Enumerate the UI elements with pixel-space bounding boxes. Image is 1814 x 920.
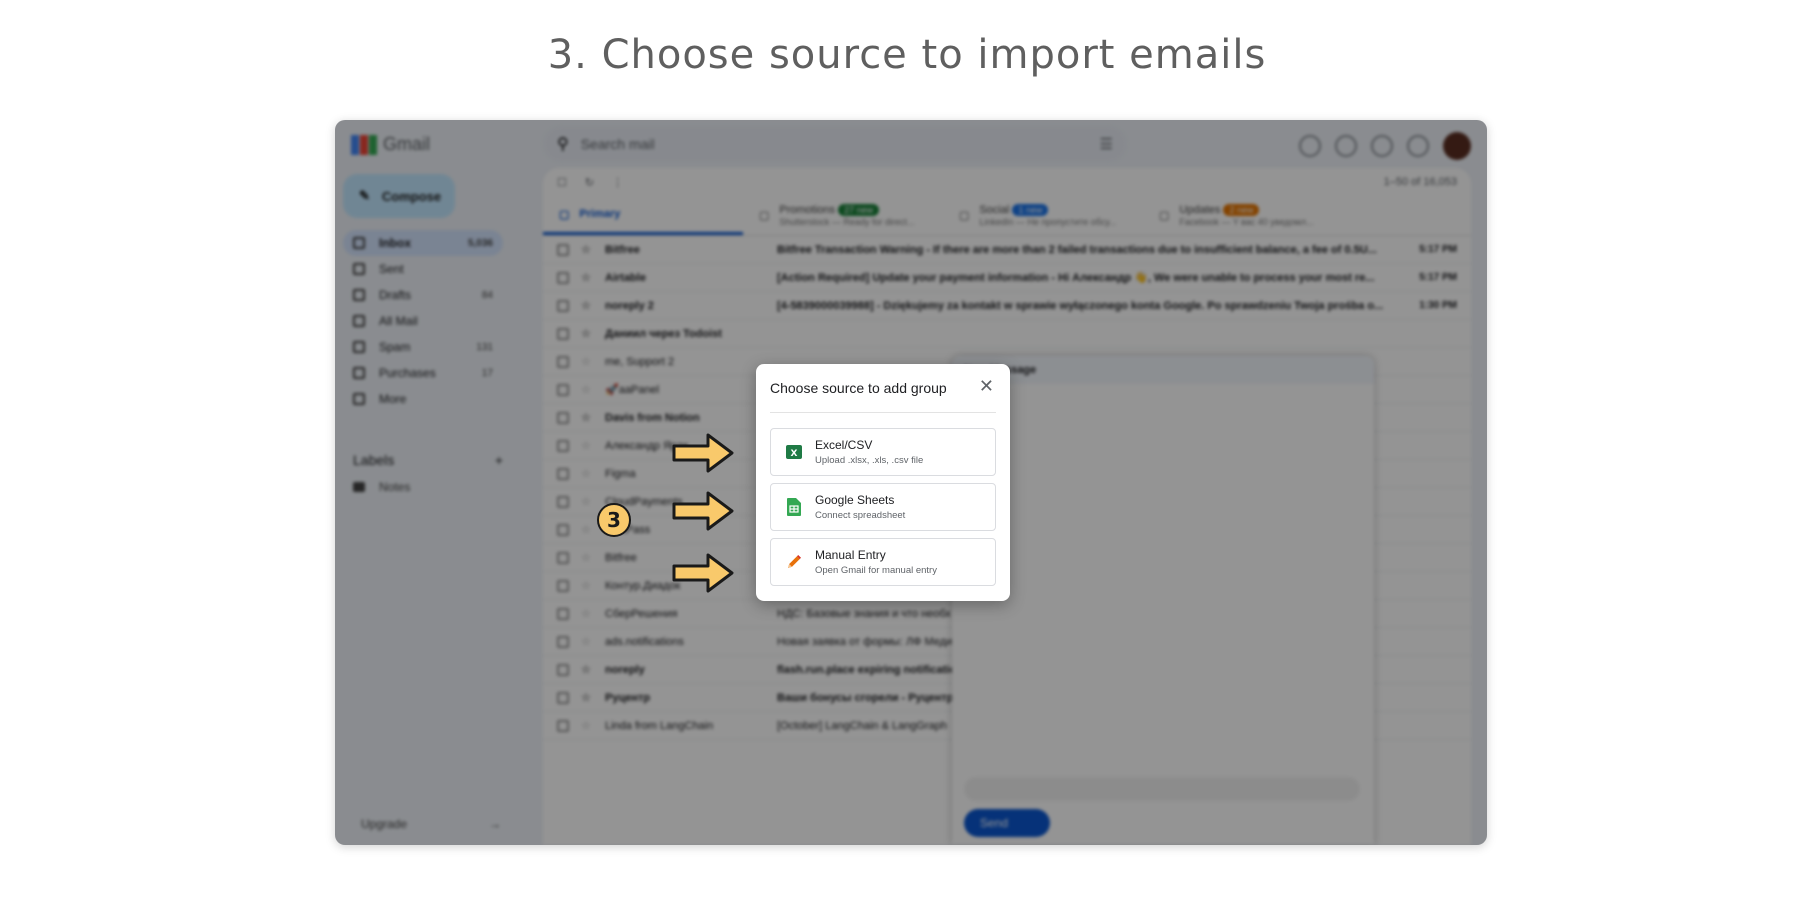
- option-excel-csv[interactable]: X Excel/CSV Upload .xlsx, .xls, .csv fil…: [770, 428, 996, 476]
- pencil-icon: [785, 553, 803, 571]
- page: 3. Choose source to import emails Gmail …: [0, 0, 1814, 920]
- excel-icon: X: [785, 443, 803, 461]
- option-subtitle: Open Gmail for manual entry: [815, 565, 937, 576]
- option-text: Google Sheets Connect spreadsheet: [815, 493, 905, 521]
- google-sheets-icon: [785, 498, 803, 516]
- option-title: Excel/CSV: [815, 438, 873, 452]
- step-number-badge: 3: [597, 503, 631, 537]
- choose-source-dialog: Choose source to add group ✕ X Excel/CSV…: [756, 364, 1010, 601]
- option-text: Excel/CSV Upload .xlsx, .xls, .csv file: [815, 438, 923, 466]
- dialog-divider: [770, 412, 996, 413]
- annotation-arrow-3: [672, 553, 734, 593]
- option-subtitle: Upload .xlsx, .xls, .csv file: [815, 455, 924, 466]
- option-subtitle: Connect spreadsheet: [815, 510, 906, 521]
- option-title: Manual Entry: [815, 548, 886, 562]
- option-text: Manual Entry Open Gmail for manual entry: [815, 548, 937, 576]
- option-title: Google Sheets: [815, 493, 895, 507]
- option-manual-entry[interactable]: Manual Entry Open Gmail for manual entry: [770, 538, 996, 586]
- dialog-title: Choose source to add group: [770, 380, 947, 396]
- annotation-arrow-2: [672, 491, 734, 531]
- headline: 3. Choose source to import emails: [547, 32, 1267, 78]
- svg-text:X: X: [791, 449, 798, 459]
- annotation-arrow-1: [672, 433, 734, 473]
- close-icon[interactable]: ✕: [979, 377, 994, 395]
- option-google-sheets[interactable]: Google Sheets Connect spreadsheet: [770, 483, 996, 531]
